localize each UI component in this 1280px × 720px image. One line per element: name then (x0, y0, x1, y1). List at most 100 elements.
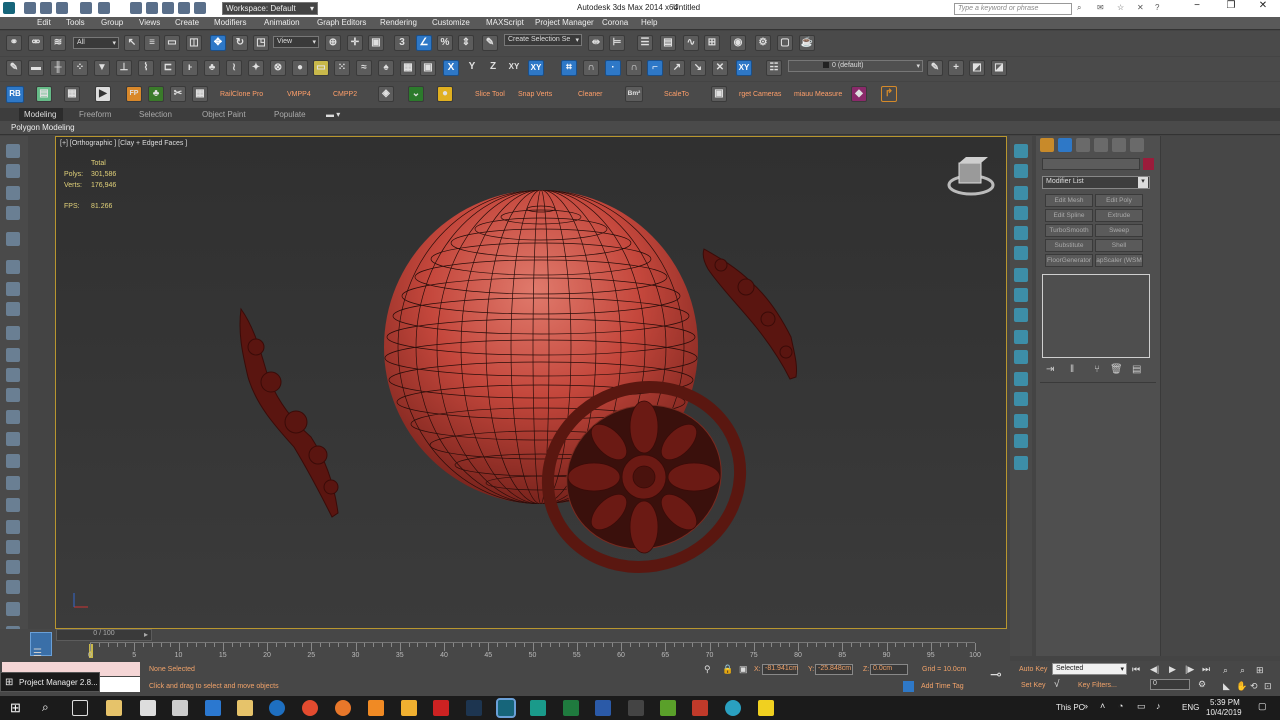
systems-icon[interactable] (6, 282, 20, 296)
frame-tool-icon[interactable]: ▣ (420, 60, 436, 76)
snap-vertex-icon[interactable]: · (605, 60, 621, 76)
snap-center-icon[interactable]: ✕ (712, 60, 728, 76)
toolbar-label-railclone[interactable]: RailClone Pro (220, 91, 263, 98)
excel-icon[interactable] (563, 700, 579, 716)
axis-xy-button[interactable]: XY (506, 60, 522, 76)
select-scale-icon[interactable]: ◳ (253, 35, 269, 51)
search-taskbar-icon[interactable]: ⌕ (42, 700, 49, 715)
set-key-filter-icon[interactable]: ⊸ (990, 666, 1002, 683)
route-plugin-icon[interactable]: ↱ (881, 86, 897, 102)
sketchup-icon[interactable] (628, 700, 644, 716)
mirror-icon[interactable]: ⇹ (588, 35, 604, 51)
spring-icon[interactable] (6, 580, 20, 594)
pan-view-icon[interactable]: ✋ (1236, 681, 1247, 692)
windows-start-icon[interactable]: ⊞ (10, 700, 21, 716)
table-plugin-icon[interactable]: ▦ (192, 86, 208, 102)
hierarchy-tab-icon[interactable] (1076, 138, 1090, 152)
file-manager-icon[interactable] (401, 700, 417, 716)
select-rotate-icon[interactable]: ↻ (232, 35, 248, 51)
toolbar-label-target-cameras[interactable]: rget Cameras (739, 91, 781, 98)
particle-icon[interactable] (6, 540, 20, 554)
menu-item-8[interactable]: Rendering (380, 18, 417, 27)
3dsmax-taskbar-icon[interactable] (496, 698, 516, 718)
lock-selection-icon[interactable]: 🔒 (722, 664, 733, 675)
workspace-dropdown[interactable]: Workspace: Default ▾ (222, 2, 318, 15)
curve-editor-icon[interactable]: ∿ (683, 35, 699, 51)
sphere-tool-icon[interactable]: ● (292, 60, 308, 76)
add-time-tag[interactable]: Add Time Tag (921, 683, 964, 690)
menu-item-4[interactable]: Create (175, 18, 199, 27)
time-config-icon[interactable]: ⚙ (1198, 679, 1206, 690)
modifier-list-dropdown[interactable]: Modifier List ▾ (1042, 176, 1150, 189)
tab-object-paint[interactable]: Object Paint (202, 110, 246, 119)
forest-pro-badge[interactable]: FP (126, 86, 142, 102)
viewport-orthographic[interactable]: [+] [Orthographic ] [Clay + Edged Faces … (55, 136, 1007, 629)
firefox-icon[interactable] (335, 700, 351, 716)
schematic-view-icon[interactable]: ⊞ (704, 35, 720, 51)
clock-date[interactable]: 10/4/2019 (1206, 708, 1242, 717)
modify-tab-icon[interactable] (1058, 138, 1072, 152)
particles-tool-icon[interactable]: ⁙ (334, 60, 350, 76)
goto-end-icon[interactable]: ⏭ (1202, 664, 1210, 675)
task-view-icon[interactable] (72, 700, 88, 716)
minimize-icon[interactable]: − (1180, 0, 1214, 17)
bm-badge[interactable]: Bm² (625, 86, 643, 102)
railclone-badge[interactable]: RB (6, 86, 24, 103)
scissors-plugin-icon[interactable]: ✂ (170, 86, 186, 102)
object-name-field[interactable] (1042, 158, 1140, 170)
next-frame-icon[interactable]: |▶ (1185, 664, 1194, 675)
percent-snap-icon[interactable]: % (437, 35, 453, 51)
palette-plugin-icon[interactable]: ◈ (378, 86, 394, 102)
redo-icon[interactable] (98, 2, 110, 14)
edit-spline-button[interactable]: Edit Spline (1045, 209, 1093, 222)
tab-selection[interactable]: Selection (139, 110, 172, 119)
camera-target-icon[interactable] (6, 602, 20, 616)
rect-selection-icon[interactable]: ▭ (164, 35, 180, 51)
render-frame-icon[interactable] (178, 2, 190, 14)
toolbar-label-measure[interactable]: miauu Measure (794, 91, 842, 98)
plant-tool-icon[interactable]: ♠ (378, 60, 394, 76)
menu-item-9[interactable]: Customize (432, 18, 470, 27)
brush-tool-icon[interactable]: ✎ (6, 60, 22, 76)
reference-coordinate-dropdown[interactable]: View ▾ (273, 36, 319, 48)
chrome-icon[interactable] (302, 700, 318, 716)
select-object-icon[interactable]: ↖ (124, 35, 140, 51)
select-by-name-icon[interactable]: ≡ (144, 35, 160, 51)
toolbar-label-cleaner[interactable]: Cleaner (578, 91, 603, 98)
side-tool-8-icon[interactable] (1014, 308, 1028, 322)
snap-edge-icon[interactable]: ⌐ (647, 60, 663, 76)
search-input[interactable]: Type a keyword or phrase (954, 3, 1072, 15)
show-end-result-icon[interactable]: ‖ (1070, 364, 1074, 375)
apscaler-button[interactable]: apScaler (WSM (1095, 254, 1143, 267)
helix-tool-icon[interactable]: ⊗ (270, 60, 286, 76)
hold-icon[interactable] (146, 2, 158, 14)
keyboard-shortcut-icon[interactable]: ▣ (368, 35, 384, 51)
scatter-tool-icon[interactable]: ⁘ (72, 60, 88, 76)
forest-pack-icon[interactable]: ▤ (36, 86, 52, 102)
key-mode-dropdown[interactable]: Selected ▾ (1052, 663, 1127, 675)
layer-select-icon[interactable]: ◩ (969, 60, 985, 76)
create-shape-icon[interactable] (6, 164, 20, 178)
side-tool-2-icon[interactable] (1014, 186, 1028, 200)
graphite-ribbon-icon[interactable]: ▤ (660, 35, 676, 51)
space-warp-icon[interactable] (6, 260, 20, 274)
curve-toggle-icon[interactable]: ☰ (33, 648, 42, 659)
edit-named-sets-icon[interactable]: ✎ (482, 35, 498, 51)
edit-poly-button[interactable]: Edit Poly (1095, 194, 1143, 207)
calculator-icon[interactable] (172, 700, 188, 716)
tab-modeling[interactable]: Modeling (24, 110, 56, 119)
tree-plugin-icon[interactable]: ♣ (148, 86, 164, 102)
create-tab-icon[interactable] (1040, 138, 1054, 152)
create-camera-icon[interactable] (6, 206, 20, 220)
menu-item-12[interactable]: Corona (602, 18, 628, 27)
side-tool-10-icon[interactable] (1014, 350, 1028, 364)
utilities-tab-icon[interactable] (1130, 138, 1144, 152)
motion-tab-icon[interactable] (1094, 138, 1108, 152)
ruler-tool-icon[interactable]: ▭ (313, 60, 329, 76)
pin-stack-icon[interactable]: ⇥ (1046, 364, 1054, 375)
tube-icon[interactable] (6, 410, 20, 424)
fence-tool-icon[interactable]: ╫ (50, 60, 66, 76)
selection-filter-dropdown[interactable]: All ▾ (73, 37, 119, 49)
menu-item-10[interactable]: MAXScript (486, 18, 524, 27)
app-c-icon[interactable] (692, 700, 708, 716)
